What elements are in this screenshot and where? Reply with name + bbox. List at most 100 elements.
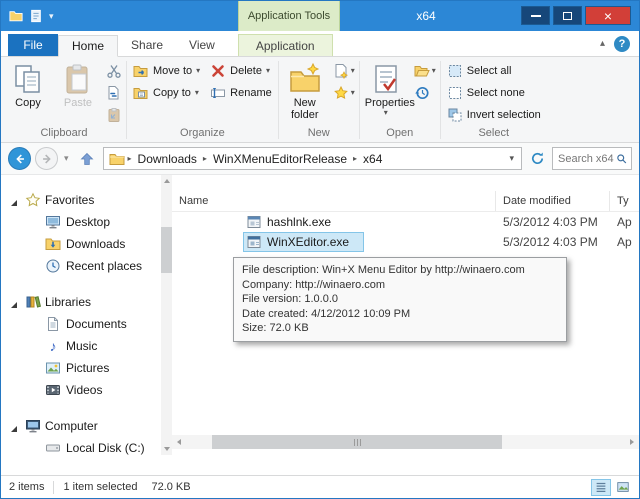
easy-access-button[interactable]: ▾ (330, 82, 358, 104)
application-tools-contextual-label[interactable]: Application Tools (238, 1, 340, 31)
breadcrumb-arrow-icon[interactable]: ▸ (202, 154, 208, 163)
tooltip-date-created: Date created: 4/12/2012 10:09 PM (242, 307, 411, 320)
move-to-button[interactable]: Move to ▾ (128, 60, 205, 82)
back-button[interactable] (8, 147, 31, 170)
sidebar-item-computer[interactable]: Computer (1, 415, 161, 437)
new-item-button[interactable]: ▾ (330, 60, 358, 82)
delete-icon (210, 63, 226, 79)
column-header-type[interactable]: Ty (610, 191, 639, 211)
breadcrumb-arrow-icon[interactable]: ▸ (352, 154, 358, 163)
thumbnails-view-button[interactable] (613, 479, 633, 496)
tab-share[interactable]: Share (118, 34, 176, 56)
delete-button[interactable]: Delete ▾ (205, 60, 277, 82)
history-button[interactable] (411, 82, 439, 104)
breadcrumb-x64[interactable]: x64 (360, 152, 385, 166)
copy-path-button[interactable] (103, 82, 125, 104)
up-button[interactable] (75, 147, 99, 170)
details-view-icon (596, 482, 606, 492)
ribbon-separator (439, 61, 441, 139)
file-row-winxeditor[interactable]: WinXEditor.exe 5/3/2012 4:03 PM Ap (172, 232, 639, 252)
sidebar-scrollbar-thumb[interactable] (161, 227, 172, 273)
sidebar-item-desktop[interactable]: Desktop (1, 211, 161, 233)
sidebar-scrollbar[interactable] (161, 175, 172, 455)
thumbnails-view-icon (617, 482, 629, 492)
copy-icon (12, 63, 44, 95)
bottom-filler (1, 455, 639, 475)
recent-locations-dropdown[interactable]: ▾ (62, 153, 71, 164)
qat-customize-dropdown[interactable]: ▾ (49, 11, 54, 21)
new-item-dropdown-icon: ▾ (350, 66, 355, 75)
horizontal-scrollbar-track[interactable] (186, 435, 625, 449)
rename-button[interactable]: Rename (205, 82, 277, 104)
sidebar-item-documents[interactable]: Documents (1, 313, 161, 335)
copy-to-button[interactable]: Copy to ▾ (128, 82, 205, 104)
scroll-up-arrow-icon[interactable] (163, 179, 170, 183)
organize-group-label: Organize (180, 127, 225, 139)
new-folder-button[interactable]: New folder (280, 60, 330, 121)
ribbon: Copy Paste Clipboard Move to ▾ Copy to ▾… (1, 57, 639, 143)
address-dropdown-button[interactable]: ▾ (504, 153, 519, 164)
open-group-label: Open (386, 127, 414, 139)
paste-shortcut-button[interactable] (103, 104, 125, 126)
refresh-button[interactable] (526, 147, 548, 170)
file-date-modified: 5/3/2012 4:03 PM (503, 215, 598, 229)
column-header-name[interactable]: Name (172, 191, 496, 211)
expander-icon[interactable] (10, 298, 18, 308)
view-switcher (591, 478, 639, 496)
sidebar-item-local-disk-c[interactable]: Local Disk (C:) (1, 437, 161, 455)
expander-icon[interactable] (10, 422, 18, 432)
properties-button[interactable]: Properties ▾ (361, 60, 415, 117)
details-view-button[interactable] (591, 478, 611, 496)
horizontal-scrollbar-thumb[interactable] (212, 435, 502, 449)
select-none-icon (447, 85, 463, 101)
search-input[interactable] (558, 152, 617, 165)
easy-access-dropdown-icon: ▾ (350, 88, 355, 97)
sidebar-item-libraries[interactable]: Libraries (1, 291, 161, 313)
tab-view[interactable]: View (176, 34, 228, 56)
qat-properties-icon[interactable] (29, 9, 43, 23)
paste-button[interactable]: Paste (53, 60, 103, 109)
scroll-left-arrow-icon[interactable] (172, 435, 186, 449)
close-button[interactable]: × (585, 6, 631, 25)
forward-button[interactable] (35, 147, 58, 170)
sidebar-item-favorites[interactable]: Favorites (1, 189, 161, 211)
select-all-button[interactable]: Select all (442, 60, 546, 82)
search-icon[interactable] (616, 152, 628, 166)
favorites-star-icon (25, 192, 41, 208)
address-bar[interactable]: ▸ Downloads ▸ WinXMenuEditorRelease ▸ x6… (102, 147, 522, 170)
tab-file[interactable]: File (8, 34, 58, 56)
copy-button[interactable]: Copy (3, 60, 53, 109)
tab-home[interactable]: Home (58, 35, 119, 57)
scroll-down-arrow-icon[interactable] (163, 447, 170, 451)
breadcrumb-winxmenueditorrelease[interactable]: WinXMenuEditorRelease (210, 152, 350, 166)
file-name: hashlnk.exe (267, 215, 332, 229)
column-header-date-modified[interactable]: Date modified (496, 191, 610, 211)
breadcrumb-arrow-icon[interactable]: ▸ (127, 154, 133, 163)
scroll-right-arrow-icon[interactable] (625, 435, 639, 449)
tooltip-size: Size: 72.0 KB (242, 322, 309, 334)
qat-folder-icon[interactable] (9, 9, 23, 23)
column-headers: Name Date modified Ty (172, 191, 639, 212)
titlebar: ▾ Application Tools x64 × (1, 1, 639, 31)
sidebar-item-music[interactable]: ♪ Music (1, 335, 161, 357)
horizontal-scrollbar[interactable] (172, 435, 639, 449)
help-button[interactable]: ? (614, 36, 630, 52)
breadcrumb-downloads[interactable]: Downloads (135, 152, 200, 166)
sidebar-label: Libraries (45, 295, 92, 309)
maximize-button[interactable] (553, 6, 582, 25)
expander-icon[interactable] (10, 196, 18, 206)
sidebar-item-videos[interactable]: Videos (1, 379, 161, 401)
sidebar-item-recent-places[interactable]: Recent places (1, 255, 161, 277)
minimize-ribbon-button[interactable]: ▴ (600, 39, 605, 49)
file-type: Ap (617, 235, 632, 249)
sidebar-label: Music (66, 339, 98, 353)
select-none-button[interactable]: Select none (442, 82, 546, 104)
sidebar-item-pictures[interactable]: Pictures (1, 357, 161, 379)
sidebar-item-downloads[interactable]: Downloads (1, 233, 161, 255)
file-row-hashlnk[interactable]: hashlnk.exe 5/3/2012 4:03 PM Ap (172, 212, 639, 232)
minimize-button[interactable] (521, 6, 550, 25)
tab-application[interactable]: Application (237, 34, 333, 56)
open-button[interactable]: ▾ (411, 60, 439, 82)
cut-button[interactable] (103, 60, 125, 82)
invert-selection-button[interactable]: Invert selection (442, 104, 546, 126)
